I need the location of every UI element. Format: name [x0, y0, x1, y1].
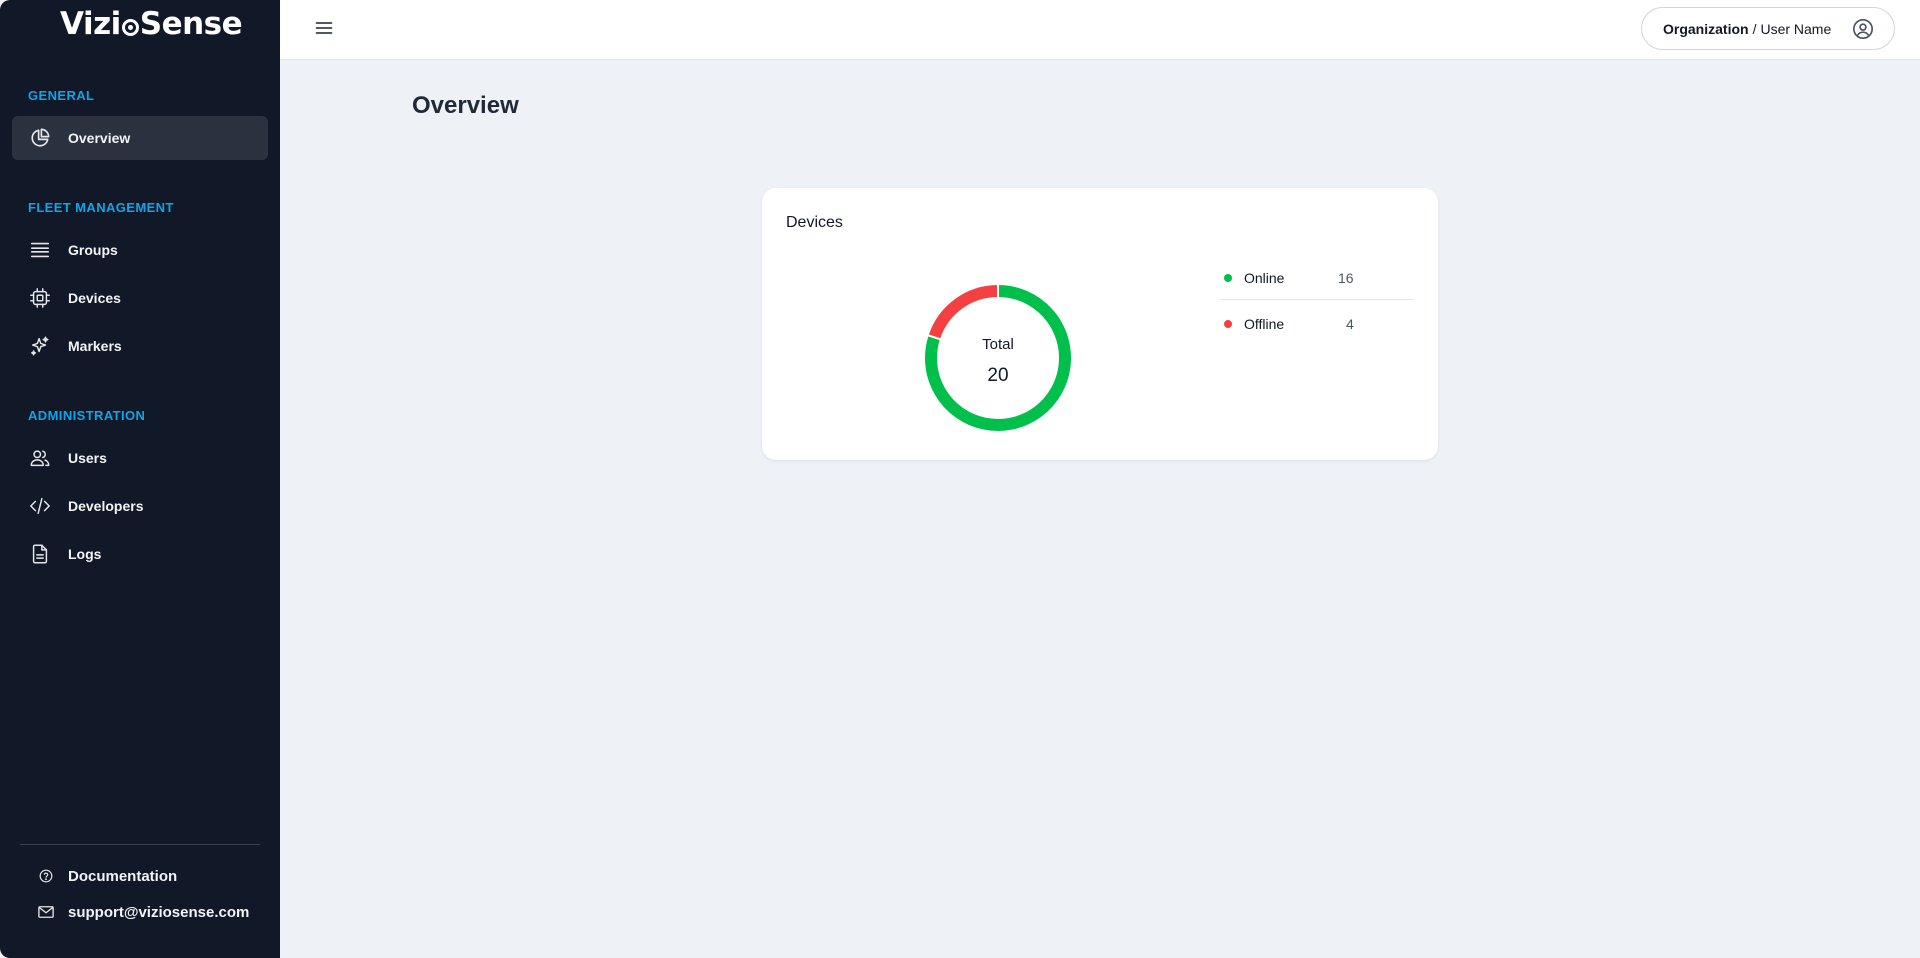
legend-label-online: Online: [1244, 270, 1285, 286]
devices-donut-chart: [923, 282, 1073, 433]
sidebar-divider: [20, 844, 260, 845]
viziosense-logo[interactable]: Vizi Sense: [60, 6, 243, 42]
devices-card: Devices Total 20 Online 16 Offline 4: [762, 188, 1438, 460]
donut-total-value: 20: [987, 365, 1009, 386]
pie-chart-icon: [26, 124, 54, 152]
documentation-link[interactable]: Documentation: [36, 866, 177, 886]
organization-name: Organization: [1663, 20, 1749, 37]
menu-toggle-button[interactable]: [310, 16, 338, 44]
logo-text-right: Sense: [139, 6, 243, 42]
support-email-label: support@viziosense.com: [68, 903, 250, 921]
user-name: User Name: [1760, 20, 1832, 37]
legend-item-online[interactable]: Online 16: [1220, 258, 1414, 298]
sidebar-item-markers[interactable]: Markers: [12, 324, 268, 368]
user-avatar-icon: [1852, 18, 1874, 40]
help-circle-icon: [36, 866, 56, 886]
sidebar-item-label: Developers: [68, 498, 144, 514]
hamburger-menu-icon: [314, 18, 334, 43]
sidebar-item-label: Logs: [68, 546, 102, 562]
section-title-fleet-management: FLEET MANAGEMENT: [28, 200, 174, 215]
org-user-separator: /: [1752, 20, 1757, 37]
users-icon: [26, 444, 54, 472]
section-title-general: GENERAL: [28, 88, 95, 103]
support-email-link[interactable]: support@viziosense.com: [36, 902, 249, 922]
section-title-administration: ADMINISTRATION: [28, 408, 146, 423]
sidebar-item-developers[interactable]: Developers: [12, 484, 268, 528]
sidebar: Vizi Sense GENERAL Overview FLEET MANAGEM…: [0, 0, 280, 958]
page-title: Overview: [412, 92, 519, 119]
document-icon: [26, 540, 54, 568]
devices-card-title: Devices: [786, 214, 843, 231]
legend-dot-online: [1224, 274, 1232, 282]
legend-value-offline: 4: [1346, 316, 1354, 332]
sidebar-item-logs[interactable]: Logs: [12, 532, 268, 576]
legend-item-offline[interactable]: Offline 4: [1220, 304, 1414, 344]
donut-slice-offline[interactable]: [926, 282, 999, 341]
top-header: Organization / User Name: [280, 0, 1920, 60]
sidebar-item-label: Overview: [68, 130, 131, 146]
sidebar-item-label: Markers: [68, 338, 122, 354]
sidebar-item-groups[interactable]: Groups: [12, 228, 268, 272]
mail-icon: [36, 902, 56, 922]
sidebar-item-label: Devices: [68, 290, 121, 306]
sidebar-item-devices[interactable]: Devices: [12, 276, 268, 320]
sidebar-item-label: Groups: [68, 242, 118, 258]
sidebar-item-label: Users: [68, 450, 107, 466]
logo-text-left: Vizi: [60, 6, 121, 42]
documentation-label: Documentation: [68, 867, 178, 885]
user-menu-button[interactable]: Organization / User Name: [1641, 7, 1895, 50]
legend-dot-offline: [1224, 320, 1232, 328]
sparkles-icon: [26, 332, 54, 360]
logo-eye-icon: [121, 18, 139, 36]
sidebar-item-users[interactable]: Users: [12, 436, 268, 480]
legend-value-online: 16: [1338, 270, 1354, 286]
chip-icon: [26, 284, 54, 312]
donut-total-label: Total: [982, 336, 1014, 353]
code-icon: [26, 492, 54, 520]
legend-label-offline: Offline: [1244, 316, 1285, 332]
sidebar-item-overview[interactable]: Overview: [12, 116, 268, 160]
list-icon: [26, 236, 54, 264]
legend-divider: [1220, 299, 1414, 300]
